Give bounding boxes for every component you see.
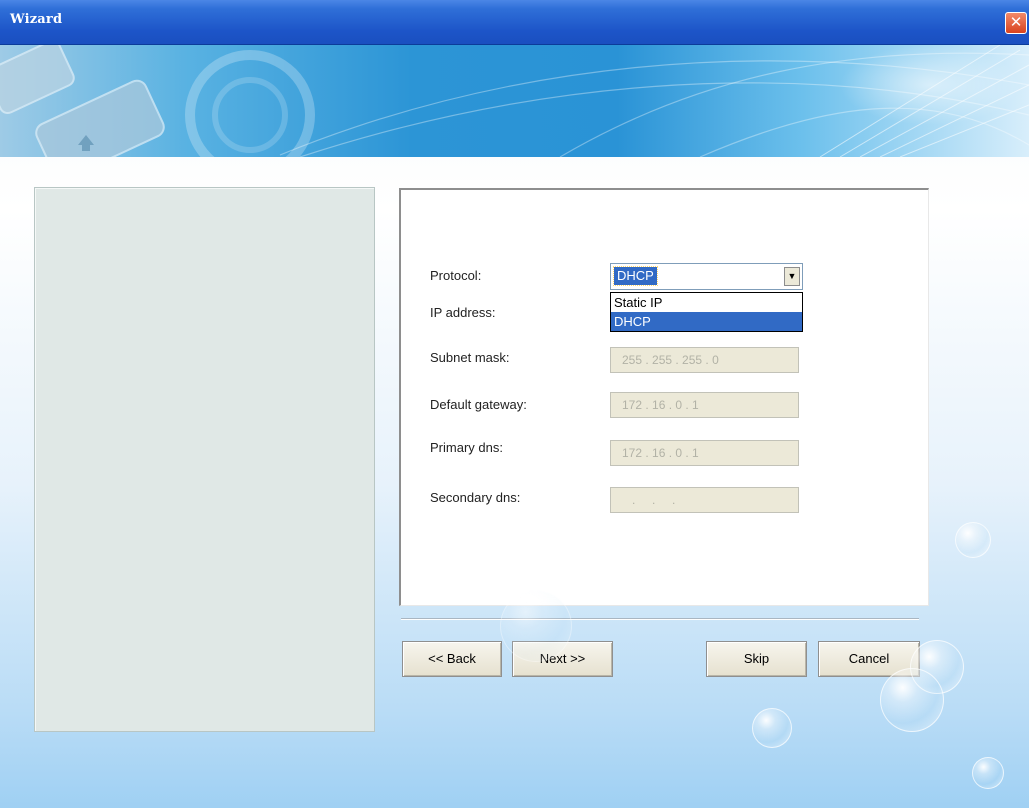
title-bar: Wizard ✕ xyxy=(0,0,1029,45)
window-title: Wizard xyxy=(10,12,63,27)
back-button[interactable]: << Back xyxy=(402,641,502,677)
keyboard-keys-graphic xyxy=(0,45,165,157)
ip-address-label: IP address: xyxy=(430,305,496,320)
dropdown-option-dhcp[interactable]: DHCP xyxy=(611,312,802,331)
secondary-dns-field[interactable]: . . . xyxy=(610,487,799,513)
protocol-dropdown-list: Static IP DHCP xyxy=(610,292,803,332)
primary-dns-field[interactable]: 172 . 16 . 0 . 1 xyxy=(610,440,799,466)
header-banner xyxy=(0,45,1029,157)
banner-artwork xyxy=(0,45,1029,157)
decorative-bubble xyxy=(972,757,1004,789)
primary-dns-label: Primary dns: xyxy=(430,440,503,455)
skip-button[interactable]: Skip xyxy=(706,641,807,677)
protocol-selected-value: DHCP xyxy=(613,266,658,286)
wizard-window: Wizard ✕ Protocol: IP address: Subnet ma… xyxy=(0,0,1029,808)
side-image-panel xyxy=(34,187,375,732)
secondary-dns-label: Secondary dns: xyxy=(430,490,521,505)
close-button[interactable]: ✕ xyxy=(1005,12,1027,34)
close-icon: ✕ xyxy=(1009,13,1023,31)
chevron-down-icon: ▼ xyxy=(787,271,797,281)
protocol-label: Protocol: xyxy=(430,268,482,283)
decorative-bubble xyxy=(752,708,792,748)
subnet-mask-field[interactable]: 255 . 255 . 255 . 0 xyxy=(610,347,799,373)
subnet-mask-label: Subnet mask: xyxy=(430,350,510,365)
protocol-select[interactable]: DHCP ▼ xyxy=(610,263,803,290)
default-gateway-field[interactable]: 172 . 16 . 0 . 1 xyxy=(610,392,799,418)
button-separator xyxy=(401,618,919,620)
decorative-bubble xyxy=(955,522,991,558)
dropdown-arrow-button[interactable]: ▼ xyxy=(784,267,800,286)
default-gateway-label: Default gateway: xyxy=(430,397,527,412)
decorative-bubble xyxy=(880,668,944,732)
dropdown-option-static-ip[interactable]: Static IP xyxy=(611,293,802,312)
decorative-bubble xyxy=(500,590,572,662)
